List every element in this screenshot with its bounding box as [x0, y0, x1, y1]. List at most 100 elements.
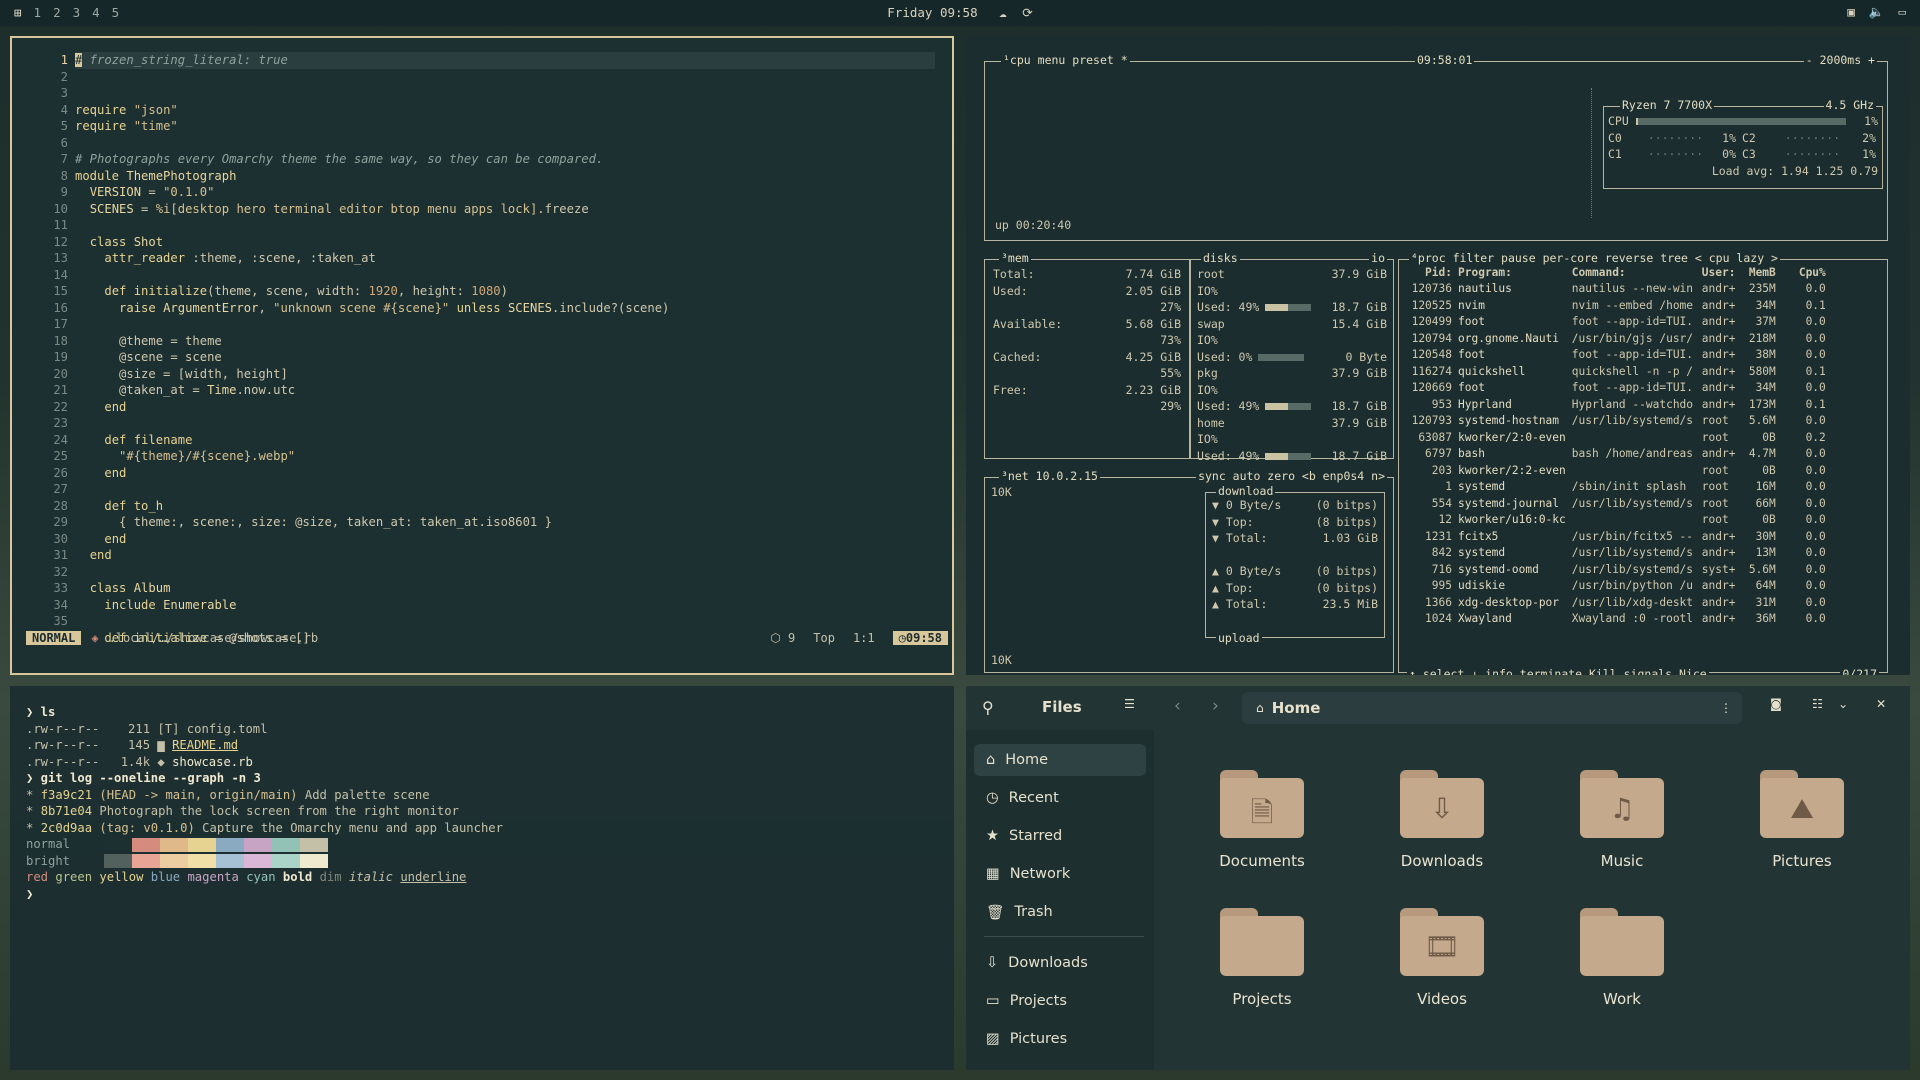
sidebar-item-starred[interactable]: ★ Starred — [974, 820, 1146, 852]
refresh-icon[interactable]: ⟳ — [1022, 5, 1032, 20]
back-icon[interactable]: ‹ — [1174, 696, 1181, 716]
disk-usage-bar — [1265, 304, 1312, 311]
proc-row[interactable]: 716 systemd-oomd/usr/lib/systemd/s syst+ 5.… — [1403, 561, 1829, 578]
proc-footer[interactable]: ↑ select ↓ info terminate Kill signals N… — [1407, 667, 1709, 675]
sidebar-item-downloads[interactable]: ⇩ Downloads — [974, 947, 1146, 979]
sidebar-item-trash[interactable]: 🗑 Trash — [974, 896, 1146, 928]
proc-cell: foot --app-id=TUI. — [1571, 381, 1694, 395]
proc-row[interactable]: 953 Hyprland Hyprland --watchdo andr+ 173M 0.… — [1403, 396, 1829, 413]
proc-row[interactable]: 63087 kworker/2:0-even root 0B 0.2 — [1403, 429, 1829, 446]
folder-documents[interactable]: 🗎 Documents — [1202, 770, 1322, 870]
proc-cell: 5.6M — [1748, 414, 1776, 428]
screenshot-icon[interactable]: ◙ — [1770, 697, 1782, 711]
proc-header[interactable]: Cpu% — [1779, 264, 1829, 281]
sidebar-item-projects[interactable]: ▭ Projects — [974, 985, 1146, 1017]
proc-cell: 38M — [1755, 348, 1776, 362]
folder-label: Documents — [1219, 852, 1305, 870]
proc-cell: systemd-hostnam — [1458, 414, 1560, 428]
net-options[interactable]: sync auto zero <b enp0s4 n> — [1196, 469, 1387, 483]
proc-row[interactable]: 12 kworker/u16:0-kc root 0B 0.0 — [1403, 512, 1829, 529]
disk-io: IO% — [1197, 333, 1218, 347]
proc-cell: 0.0 — [1805, 496, 1826, 510]
style-word-magenta: magenta — [187, 870, 239, 884]
neovim-editor-window[interactable]: 1 2 3 4 5 6 7 8 9 10 11 12 13 14 15 16 17 18 19 20 21 22 23 24 2… — [10, 36, 954, 675]
proc-cell: /sbin/init splash — [1571, 480, 1687, 494]
proc-row[interactable]: 995 udiskie/usr/bin/python /u andr+ 64M 0.0 — [1403, 578, 1829, 595]
close-icon[interactable]: ✕ — [1876, 697, 1886, 711]
clock[interactable]: Friday 09:58 — [887, 5, 977, 20]
proc-row[interactable]: 6797 bash bash /home/andreas andr+ 4.7M 0.0 — [1403, 446, 1829, 463]
sidebar-item-network[interactable]: ▦ Network — [974, 858, 1146, 890]
prompt-end[interactable]: ❯ — [26, 886, 938, 903]
cpu-tabs[interactable]: ¹cpu menu preset * — [1001, 53, 1130, 67]
proc-row[interactable]: 120499 foot foot --app-id=TUI. andr+ 37M 0.0 — [1403, 314, 1829, 331]
sidebar-item-pictures[interactable]: ▨ Pictures — [974, 1023, 1146, 1055]
process-table[interactable]: Pid: Program: Command: User: MemB Cpu% 120736… — [1403, 264, 1829, 627]
proc-cell: 0.0 — [1805, 595, 1826, 609]
proc-header[interactable]: User: — [1699, 264, 1741, 281]
folder-downloads[interactable]: ⇩ Downloads — [1382, 770, 1502, 870]
folder-label: Pictures — [1772, 852, 1832, 870]
proc-row[interactable]: 120736 nautilus nautilus --new-win andr+ 235… — [1403, 281, 1829, 298]
network-icon: ▦ — [986, 866, 1000, 882]
sidebar-menu-icon[interactable]: ☰ — [1124, 697, 1135, 711]
io-toggle[interactable]: io — [1369, 251, 1387, 265]
proc-row[interactable]: 1 systemd/sbin/init splash root 16M 0.0 — [1403, 479, 1829, 496]
proc-row[interactable]: 120794 org.gnome.Nauti/usr/bin/gjs /usr/a… — [1403, 330, 1829, 347]
volume-icon[interactable]: 🔈 — [1869, 4, 1885, 20]
path-menu-icon[interactable]: ⋮ — [1720, 701, 1732, 715]
line-number: 9 — [60, 185, 68, 199]
proc-row[interactable]: 120548 foot foot --app-id=TUI. andr+ 38M 0.0 — [1403, 347, 1829, 364]
files-window[interactable]: ⚲ Files ☰ ‹ › ⌂ Home ⋮ ◙ ☷ ⌄ ✕ ⌂ Home ◷ Rec… — [966, 686, 1910, 1070]
update-interval[interactable]: - 2000ms + — [1803, 53, 1877, 67]
cloud-icon[interactable]: ☁ — [999, 5, 1007, 20]
sidebar-item-home[interactable]: ⌂ Home — [974, 744, 1146, 776]
recent-icon: ◷ — [986, 790, 999, 806]
ls-row: .rw-r--r-- 145 ▆ README.md — [26, 738, 239, 752]
terminal-window[interactable]: ❯ ls .rw-r--r-- 211 [T] config.toml .rw-r… — [10, 686, 954, 1070]
proc-cell: andr+ — [1701, 282, 1736, 296]
proc-row[interactable]: 1024 Xwayland Xwayland :0 -rootl andr+ 36M 0.… — [1403, 611, 1829, 628]
location-bar[interactable]: ⌂ Home ⋮ — [1242, 692, 1742, 724]
proc-cell: 37M — [1755, 315, 1776, 329]
proc-header[interactable]: MemB — [1741, 264, 1779, 281]
search-icon[interactable]: ⚲ — [982, 698, 994, 717]
proc-row[interactable]: 554 systemd-journal/usr/lib/systemd/s root… — [1403, 495, 1829, 512]
top-bar: ⊞ 1 2 3 4 5 Friday 09:58 ☁ ⟳ ▣ 🔈 ▭ — [0, 0, 1920, 26]
folder-work[interactable]: Work — [1562, 908, 1682, 1008]
disk-used: Used: 49% 18.7 GiB — [1197, 448, 1387, 463]
line-number: 21 — [53, 383, 68, 397]
sidebar-item-recent[interactable]: ◷ Recent — [974, 782, 1146, 814]
folder-music[interactable]: ♫ Music — [1562, 770, 1682, 870]
folder-label: Downloads — [1400, 852, 1484, 870]
folder-pictures[interactable]: ⛰ Pictures — [1742, 770, 1862, 870]
proc-row[interactable]: 1231 fcitx5/usr/bin/fcitx5 -- andr+ 30M 0.0 — [1403, 528, 1829, 545]
proc-cell: 995 — [1431, 579, 1452, 593]
view-options-icon[interactable]: ⌄ — [1838, 697, 1848, 711]
disk-size: 37.9 GiB — [1331, 366, 1387, 380]
color-swatch — [244, 854, 272, 868]
proc-header[interactable]: Command: — [1569, 264, 1699, 281]
proc-row[interactable]: 203 kworker/2:2-even root 0B 0.0 — [1403, 462, 1829, 479]
proc-cell: 1 — [1445, 480, 1452, 494]
folder-videos[interactable]: 🎞 Videos — [1382, 908, 1502, 1008]
proc-row[interactable]: 120793 systemd-hostnam/usr/lib/systemd/s r… — [1403, 413, 1829, 430]
view-list-icon[interactable]: ☷ — [1812, 697, 1823, 711]
proc-row[interactable]: 116274 quickshell quickshell -n -p / andr+ 5… — [1403, 363, 1829, 380]
screen-icon[interactable]: ▣ — [1847, 4, 1855, 20]
proc-cell: andr+ — [1701, 331, 1736, 345]
folder-projects[interactable]: Projects — [1202, 908, 1322, 1008]
proc-row[interactable]: 120525 nvim nvim --embed /home andr+ 34M 0.1 — [1403, 297, 1829, 314]
forward-icon[interactable]: › — [1212, 696, 1219, 716]
proc-row[interactable]: 120669 foot foot --app-id=TUI. andr+ 34M 0.0 — [1403, 380, 1829, 397]
proc-row[interactable]: 1366 xdg-desktop-por/usr/lib/xdg-deskt and… — [1403, 594, 1829, 611]
prompt-git: ❯ git log --oneline --graph -n 3 — [26, 771, 261, 785]
btop-window[interactable]: ¹cpu menu preset * 09:58:01 - 2000ms + R… — [966, 36, 1910, 675]
code-buffer[interactable]: # frozen_string_literal: true require "j… — [75, 52, 935, 646]
proc-header[interactable]: Program: — [1455, 264, 1569, 281]
display-icon[interactable]: ▭ — [1898, 4, 1906, 20]
proc-row[interactable]: 842 systemd/usr/lib/systemd/s andr+ 13M 0.0 — [1403, 545, 1829, 562]
proc-header[interactable]: Pid: — [1403, 264, 1455, 281]
proc-cell: 842 — [1431, 546, 1452, 560]
net-title: ³net 10.0.2.15 — [999, 469, 1100, 483]
